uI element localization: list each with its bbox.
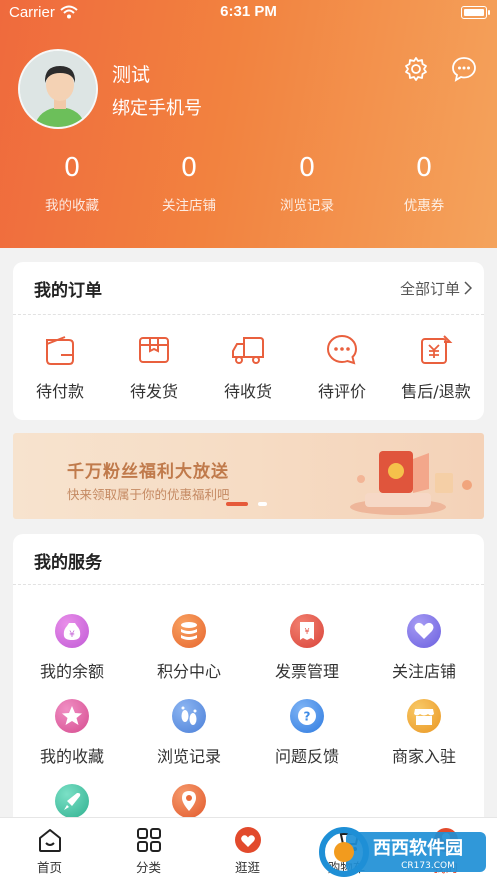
gear-icon[interactable]: [403, 56, 429, 82]
service-label: 商家入驻: [391, 747, 456, 766]
order-label: 售后/退款: [401, 382, 471, 401]
stat-label: 我的收藏: [45, 198, 99, 214]
order-label: 待评价: [317, 382, 366, 401]
stat-followed-stores[interactable]: 0 关注店铺: [129, 150, 249, 214]
service-followed-stores[interactable]: 关注店铺: [365, 614, 483, 682]
stat-value: 0: [63, 153, 81, 183]
tab-category[interactable]: 分类: [99, 826, 198, 876]
stat-favorites[interactable]: 0 我的收藏: [12, 150, 132, 214]
order-after-sales[interactable]: 售后/退款: [389, 334, 483, 402]
stat-label: 关注店铺: [162, 198, 216, 214]
question-icon: ?: [290, 699, 324, 733]
user-name[interactable]: 测试: [112, 60, 150, 87]
orders-title: 我的订单: [34, 281, 102, 301]
order-pending-shipment[interactable]: 待发货: [107, 334, 201, 402]
home-icon: [38, 829, 61, 852]
svg-text:¥: ¥: [304, 627, 309, 636]
avatar[interactable]: [18, 49, 98, 129]
wallet-icon: [46, 336, 74, 365]
store-icon: [407, 699, 441, 733]
chevron-right-icon[interactable]: [464, 281, 472, 295]
stat-label: 浏览记录: [280, 198, 334, 214]
svg-text:西西软件园: 西西软件园: [373, 837, 463, 859]
service-invoice[interactable]: ¥ 发票管理: [248, 614, 366, 682]
service-browse-history[interactable]: 浏览记录: [130, 699, 248, 767]
tab-browse[interactable]: 逛逛: [198, 826, 297, 876]
svg-text:CR173.COM: CR173.COM: [401, 861, 455, 871]
tab-label: 分类: [135, 860, 161, 875]
banner-title: 千万粉丝福利大放送: [67, 462, 229, 482]
service-feedback[interactable]: ? 问题反馈: [248, 699, 366, 767]
chat-bubble-icon[interactable]: [451, 56, 477, 82]
location-icon: [172, 784, 206, 818]
grid-icon: [136, 828, 161, 852]
banner-subtitle: 快来领取属于你的优惠福利吧: [67, 487, 230, 502]
service-balance[interactable]: ¥ 我的余额: [13, 614, 131, 682]
service-label: 浏览记录: [156, 747, 221, 766]
orders-card: 我的订单 全部订单 待付款 待发货 待收货 待评价 售后/退款: [13, 262, 484, 420]
order-pending-payment[interactable]: 待付款: [13, 334, 107, 402]
service-label: 我的收藏: [39, 747, 104, 766]
status-bar: Carrier 6:31 PM: [0, 0, 497, 26]
money-bag-icon: ¥: [55, 614, 89, 648]
divider: [13, 314, 484, 315]
stats-row: 0 我的收藏 0 关注店铺 0 浏览记录 0 优惠券: [0, 150, 497, 220]
comment-icon: [326, 334, 358, 365]
service-merchant-join[interactable]: 商家入驻: [365, 699, 483, 767]
stat-value: 0: [415, 153, 433, 183]
clock: 6:31 PM: [220, 3, 277, 20]
service-address[interactable]: [130, 784, 248, 818]
coins-icon: [172, 614, 206, 648]
service-label: 发票管理: [274, 662, 339, 681]
stat-label: 优惠券: [403, 198, 445, 214]
gift-illustration: [350, 451, 472, 515]
battery-icon: [461, 6, 490, 19]
service-label: 问题反馈: [274, 747, 339, 766]
service-label: 关注店铺: [391, 662, 456, 681]
order-pending-review[interactable]: 待评价: [295, 334, 389, 402]
service-favorites[interactable]: 我的收藏: [13, 699, 131, 767]
order-label: 待付款: [35, 382, 84, 401]
avatar-person-icon: [20, 51, 96, 127]
heart-circle-icon: [234, 827, 261, 853]
bind-phone-link[interactable]: 绑定手机号: [112, 94, 202, 120]
service-points[interactable]: 积分中心: [130, 614, 248, 682]
rocket-icon: [55, 784, 89, 818]
footprint-icon: [172, 699, 206, 733]
truck-icon: [232, 337, 264, 364]
services-title: 我的服务: [34, 553, 102, 573]
order-pending-receipt[interactable]: 待收货: [201, 334, 295, 402]
divider: [13, 584, 484, 585]
order-label: 待收货: [223, 382, 272, 401]
carousel-dot: [258, 502, 267, 506]
promo-banner[interactable]: 千万粉丝福利大放送 快来领取属于你的优惠福利吧: [13, 433, 484, 519]
carousel-dot-active: [226, 502, 248, 506]
refund-icon: [421, 335, 453, 364]
svg-text:?: ?: [304, 710, 311, 724]
tab-home[interactable]: 首页: [0, 826, 99, 876]
stat-browse-history[interactable]: 0 浏览记录: [247, 150, 367, 214]
all-orders-link[interactable]: 全部订单: [400, 278, 460, 299]
stat-value: 0: [180, 153, 198, 183]
tab-label: 逛逛: [234, 860, 260, 875]
svg-text:¥: ¥: [69, 630, 75, 640]
service-label: 积分中心: [156, 662, 221, 681]
heart-icon: [407, 614, 441, 648]
stat-coupons[interactable]: 0 优惠券: [364, 150, 484, 214]
services-card: 我的服务 ¥ 我的余额 积分中心 ¥ 发票管理 关注店铺 我的收藏 浏览记录 ?…: [13, 534, 484, 834]
stat-value: 0: [298, 153, 316, 183]
profile-header: Carrier 6:31 PM 测试 绑定手机号 0 我的收藏 0 关注店铺 0…: [0, 0, 497, 248]
package-icon: [139, 337, 169, 363]
service-rocket[interactable]: [13, 784, 131, 818]
invoice-icon: ¥: [290, 614, 324, 648]
order-label: 待发货: [129, 382, 178, 401]
tab-label: 首页: [36, 860, 62, 875]
service-label: 我的余额: [39, 662, 104, 681]
star-icon: [55, 699, 89, 733]
watermark-logo: 西西软件园 CR173.COM: [319, 827, 486, 877]
